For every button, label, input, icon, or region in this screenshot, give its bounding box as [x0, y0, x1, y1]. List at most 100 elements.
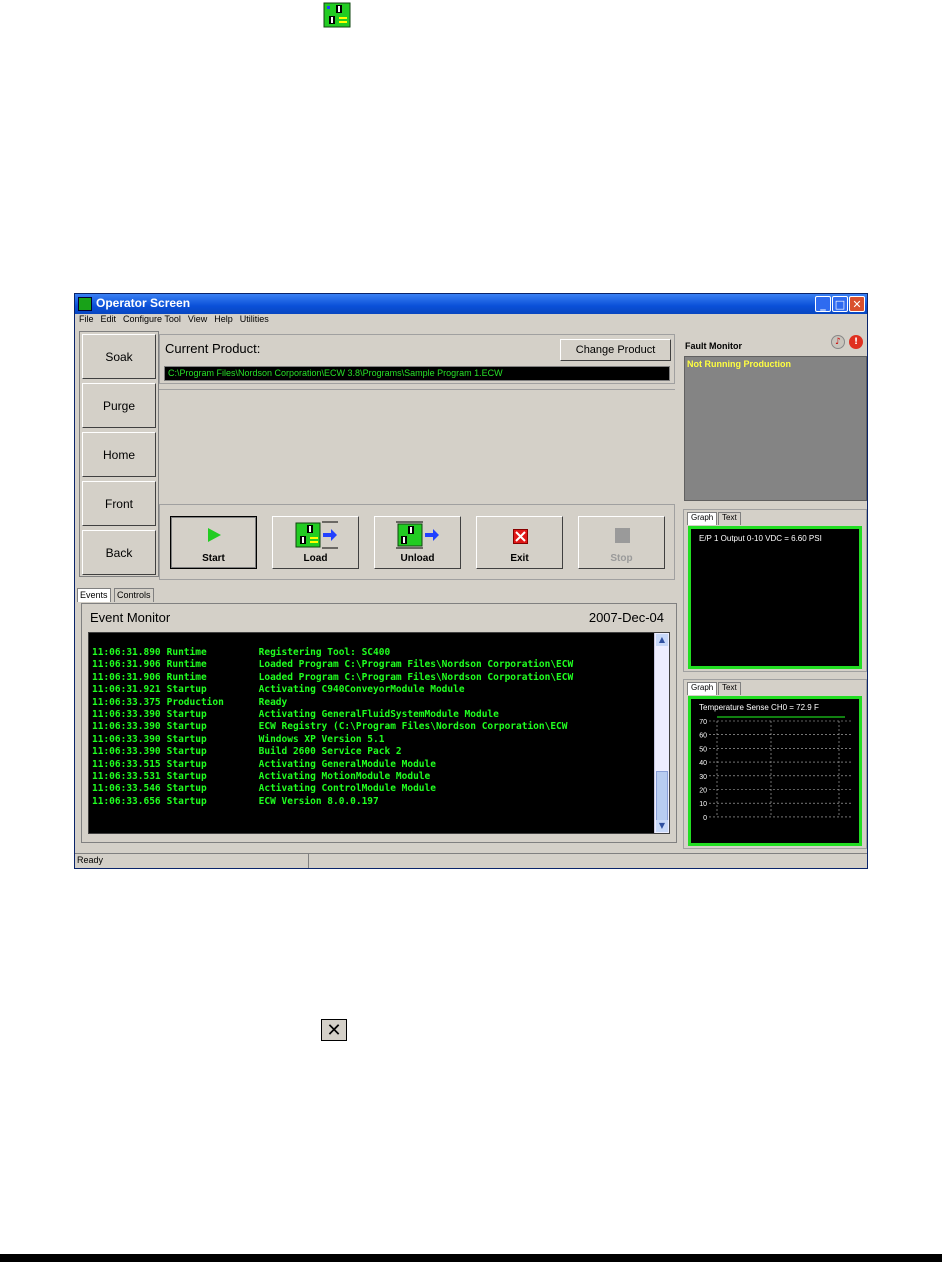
y-tick-label: 40	[699, 760, 707, 767]
load-module-icon	[323, 2, 351, 28]
graph1-label: E/P 1 Output 0-10 VDC = 6.60 PSI	[699, 534, 822, 543]
graph1-tab-graph[interactable]: Graph	[687, 512, 718, 525]
fault-display: Not Running Production	[684, 356, 867, 501]
change-product-button[interactable]: Change Product	[560, 339, 671, 361]
soak-button[interactable]: Soak	[82, 334, 156, 379]
log-time: 11:06:33.390	[92, 746, 161, 758]
minimize-button[interactable]: _	[815, 296, 831, 312]
title-bar: Operator Screen _ □ ✕	[75, 294, 867, 314]
menu-help[interactable]: Help	[214, 314, 233, 324]
log-line: 11:06:33.375 Production Ready	[92, 697, 287, 709]
exit-label: Exit	[510, 553, 529, 564]
product-details-area	[159, 389, 675, 501]
operator-window: Operator Screen _ □ ✕ File Edit Configure …	[74, 293, 868, 869]
load-module-icon	[295, 521, 338, 549]
log-source: Startup	[166, 795, 207, 807]
graph1-display: E/P 1 Output 0-10 VDC = 6.60 PSI	[688, 526, 862, 669]
log-line: 11:06:31.921 Startup Activating C940Convey…	[92, 684, 465, 696]
graph2-tab-graph[interactable]: Graph	[687, 682, 718, 695]
menu-utilities[interactable]: Utilities	[240, 314, 269, 324]
log-message: Activating ControlModule Module	[258, 783, 436, 795]
log-source: Startup	[166, 733, 207, 745]
log-line: 11:06:33.656 Startup ECW Version 8.0.0.197	[92, 796, 379, 808]
y-tick-label: 0	[703, 815, 707, 822]
log-line: 11:06:33.390 Startup ECW Registry (C:\Prog…	[92, 721, 568, 733]
speaker-icon[interactable]: ♪	[831, 335, 845, 349]
log-scrollbar[interactable]: ▲ ▼	[654, 633, 669, 833]
close-button[interactable]: ✕	[849, 296, 865, 312]
log-source: Startup	[166, 758, 207, 770]
window-title: Operator Screen	[96, 296, 191, 310]
output-graph-panel: Graph Text E/P 1 Output 0-10 VDC = 6.60 …	[683, 509, 867, 672]
purge-button[interactable]: Purge	[82, 383, 156, 428]
log-time: 11:06:33.656	[92, 795, 161, 807]
log-line: 11:06:33.515 Startup Activating GeneralMod…	[92, 759, 436, 771]
maximize-button[interactable]: □	[832, 296, 848, 312]
log-message: Activating GeneralModule Module	[258, 758, 436, 770]
load-button[interactable]: Load	[272, 516, 359, 569]
tab-events[interactable]: Events	[77, 588, 111, 602]
fault-monitor-title: Fault Monitor	[685, 341, 742, 351]
log-time: 11:06:31.906	[92, 659, 161, 671]
log-time: 11:06:33.375	[92, 696, 161, 708]
tab-controls[interactable]: Controls	[114, 588, 154, 602]
app-icon	[78, 297, 92, 311]
front-button[interactable]: Front	[82, 481, 156, 526]
log-line: 11:06:31.906 Runtime Loaded Program C:\Pro…	[92, 659, 573, 671]
log-message: ECW Version 8.0.0.197	[258, 795, 379, 807]
event-log[interactable]: 11:06:33.656 Startup ECW Version 8.0.0.197…	[88, 632, 670, 834]
graph1-tab-text[interactable]: Text	[718, 512, 741, 525]
fault-monitor-panel: Fault Monitor ♪ ! Not Running Production	[681, 334, 868, 504]
home-button[interactable]: Home	[82, 432, 156, 477]
log-time: 11:06:33.390	[92, 733, 161, 745]
stop-button[interactable]: Stop	[578, 516, 665, 569]
log-message: Activating C940ConveyorModule Module	[258, 684, 465, 696]
log-message: Loaded Program C:\Program Files\Nordson …	[258, 671, 574, 683]
graph2-label: Temperature Sense CH0 = 72.9 F	[699, 703, 819, 712]
scroll-up-icon[interactable]: ▲	[656, 634, 668, 646]
event-monitor-date: 2007-Dec-04	[588, 610, 664, 625]
unload-button[interactable]: Unload	[374, 516, 461, 569]
play-icon	[208, 528, 221, 542]
y-tick-label: 20	[699, 788, 707, 795]
log-source: Runtime	[166, 647, 207, 658]
log-line: 11:06:33.546 Startup Activating ControlMod…	[92, 783, 436, 795]
log-source: Startup	[166, 746, 207, 758]
exit-button[interactable]: Exit	[476, 516, 563, 569]
log-source: Startup	[166, 771, 207, 782]
product-path-field: C:\Program Files\Nordson Corporation\ECW…	[164, 366, 670, 381]
back-button[interactable]: Back	[82, 530, 156, 575]
alarm-icon[interactable]: !	[849, 335, 863, 349]
menu-configure-tool[interactable]: Configure Tool	[123, 314, 181, 324]
log-line: 11:06:33.390 Startup Windows XP Version 5.…	[92, 734, 384, 746]
y-tick-label: 50	[699, 746, 707, 753]
graph2-tab-text[interactable]: Text	[718, 682, 741, 695]
unload-module-icon	[396, 521, 439, 549]
log-source: Startup	[166, 709, 207, 720]
y-tick-label: 30	[699, 774, 707, 781]
status-bar: Ready	[75, 853, 867, 869]
start-button[interactable]: Start	[170, 516, 257, 569]
menu-edit[interactable]: Edit	[101, 314, 117, 324]
scroll-thumb[interactable]	[656, 771, 668, 821]
log-message: Windows XP Version 5.1	[258, 733, 385, 745]
close-icon: ✕	[321, 1019, 347, 1041]
log-source: Startup	[166, 783, 207, 795]
current-product-label: Current Product:	[165, 341, 261, 356]
load-label: Load	[303, 553, 328, 564]
event-monitor-panel: Event Monitor 2007-Dec-04 11:06:33.656 St…	[81, 603, 677, 843]
menu-view[interactable]: View	[188, 314, 207, 324]
scroll-down-icon[interactable]: ▼	[656, 820, 668, 832]
current-product-panel: Current Product: Change Product C:\Progr…	[159, 334, 675, 384]
temperature-chart: 70 60 50 40 30 20 10 0	[699, 716, 853, 822]
menu-file[interactable]: File	[79, 314, 94, 324]
y-tick-label: 60	[699, 733, 707, 740]
stop-label: Stop	[610, 553, 633, 564]
log-time: 11:06:33.546	[92, 783, 161, 795]
status-divider	[308, 854, 309, 868]
stop-icon	[615, 528, 630, 543]
log-line: 11:06:33.390 Startup Build 2600 Service Pa…	[92, 746, 402, 758]
graph2-display: Temperature Sense CH0 = 72.9 F 70 60 50 40 3…	[688, 696, 862, 846]
log-message: Registering Tool: SC400	[258, 647, 391, 658]
log-source: Startup	[166, 721, 207, 733]
